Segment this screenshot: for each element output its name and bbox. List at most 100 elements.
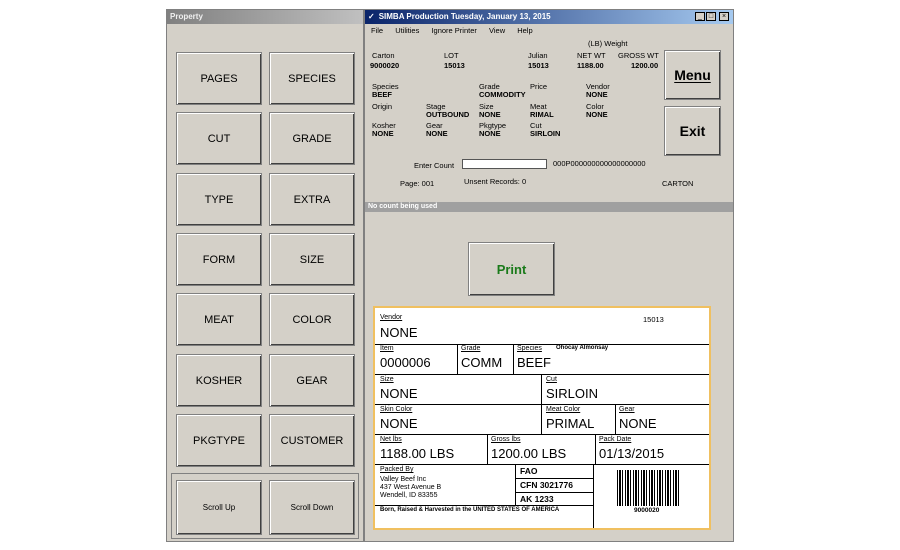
maximize-icon[interactable]: □ bbox=[706, 12, 716, 21]
label-pack-date-caption: Pack Date bbox=[599, 436, 632, 443]
exit-button-label: Exit bbox=[679, 123, 706, 139]
label-preview: Vendor NONE 15013 Item 0000006 Grade COM… bbox=[373, 306, 711, 530]
color-button[interactable]: COLOR bbox=[269, 293, 355, 346]
count-status-bar: No count being used bbox=[365, 202, 733, 212]
print-button[interactable]: Print bbox=[468, 242, 555, 296]
label-meat-caption: Meat Color bbox=[546, 406, 581, 413]
origin-field-label: Origin bbox=[372, 102, 393, 111]
label-species-value: BEEF bbox=[517, 355, 551, 370]
label-meat-value: PRIMAL bbox=[546, 416, 595, 431]
species-button[interactable]: SPECIES bbox=[269, 52, 355, 105]
extra-button[interactable]: EXTRA bbox=[269, 173, 355, 226]
label-grade-value: COMM bbox=[461, 355, 503, 370]
color-field-value: NONE bbox=[586, 110, 608, 119]
minimize-icon[interactable]: _ bbox=[695, 12, 705, 21]
label-gross-value: 1200.00 LBS bbox=[491, 446, 567, 461]
label-divider bbox=[593, 465, 594, 528]
print-button-label: Print bbox=[496, 261, 527, 277]
label-divider bbox=[595, 435, 596, 465]
julian-value: 15013 bbox=[528, 61, 549, 70]
menu-button[interactable]: Menu bbox=[664, 50, 721, 100]
customer-button[interactable]: CUSTOMER bbox=[269, 414, 355, 467]
property-panel: Property PAGES SPECIES CUT GRADE TYPE EX… bbox=[166, 9, 364, 542]
gross-weight-value: 1200.00 bbox=[631, 61, 659, 70]
kosher-button[interactable]: KOSHER bbox=[176, 354, 262, 407]
app-logo-icon: ✓ bbox=[368, 12, 375, 21]
close-icon[interactable]: × bbox=[719, 12, 729, 21]
label-gear-value: NONE bbox=[619, 416, 657, 431]
page-indicator: Page: 001 bbox=[400, 179, 435, 188]
label-barcode-number: 9000020 bbox=[634, 507, 660, 514]
menu-file[interactable]: File bbox=[371, 26, 383, 35]
label-divider bbox=[541, 405, 542, 435]
pkgtype-button[interactable]: PKGTYPE bbox=[176, 414, 262, 467]
enter-count-input[interactable] bbox=[462, 159, 547, 169]
label-packed-by-caption: Packed By bbox=[380, 466, 414, 473]
label-divider bbox=[457, 345, 458, 375]
weight-caption: (LB) Weight bbox=[588, 39, 628, 48]
menu-utilities[interactable]: Utilities bbox=[395, 26, 419, 35]
species-field-value: BEEF bbox=[372, 90, 393, 99]
label-lot-value: 15013 bbox=[643, 315, 664, 324]
carton-label: Carton bbox=[372, 51, 395, 60]
label-packer-name: Valley Beef Inc bbox=[380, 476, 427, 483]
label-gear-caption: Gear bbox=[619, 406, 635, 413]
label-item-value: 0000006 bbox=[380, 355, 431, 370]
scroll-down-button[interactable]: Scroll Down bbox=[269, 480, 355, 535]
grade-field-value: COMMODITY bbox=[479, 90, 526, 99]
gear-button[interactable]: GEAR bbox=[269, 354, 355, 407]
barcode-readout: 000P000000000000000000 bbox=[553, 159, 646, 168]
label-skin-value: NONE bbox=[380, 416, 418, 431]
label-net-caption: Net lbs bbox=[380, 436, 402, 443]
julian-label: Julian bbox=[528, 51, 548, 60]
label-species-caption: Species bbox=[517, 345, 542, 352]
enter-count-label: Enter Count bbox=[414, 161, 455, 170]
label-born-raised: Born, Raised & Harvested in the UNITED S… bbox=[380, 507, 560, 513]
label-pack-date-value: 01/13/2015 bbox=[599, 446, 665, 461]
form-button[interactable]: FORM bbox=[176, 233, 262, 286]
menu-help[interactable]: Help bbox=[517, 26, 532, 35]
lot-value: 15013 bbox=[444, 61, 465, 70]
label-row-vendor bbox=[375, 308, 709, 345]
meat-button[interactable]: MEAT bbox=[176, 293, 262, 346]
meat-field-value: RIMAL bbox=[530, 110, 554, 119]
label-packer-address-2: Wendell, ID 83355 bbox=[380, 492, 438, 499]
cut-field-value: SIRLOIN bbox=[530, 129, 561, 138]
stage-field-value: OUTBOUND bbox=[426, 110, 470, 119]
menu-ignore-printer[interactable]: Ignore Printer bbox=[431, 26, 476, 35]
label-size-value: NONE bbox=[380, 386, 418, 401]
grade-button[interactable]: GRADE bbox=[269, 112, 355, 165]
label-item-caption: Item bbox=[380, 345, 394, 352]
pages-button[interactable]: PAGES bbox=[176, 52, 262, 105]
menu-bar: File Utilities Ignore Printer View Help bbox=[365, 24, 537, 38]
lot-label: LOT bbox=[444, 51, 459, 60]
label-customer-name: Ohocay Almonsay bbox=[556, 345, 609, 351]
label-divider bbox=[615, 405, 616, 435]
gross-weight-label: GROSS WT bbox=[618, 51, 659, 60]
print-area: No count being used Print Vendor NONE 15… bbox=[365, 202, 733, 541]
barcode-icon bbox=[617, 470, 681, 506]
label-cut-value: SIRLOIN bbox=[546, 386, 599, 401]
label-cfn: CFN 3021776 bbox=[520, 480, 573, 490]
type-button[interactable]: TYPE bbox=[176, 173, 262, 226]
size-button[interactable]: SIZE bbox=[269, 233, 355, 286]
unsent-records: Unsent Records: 0 bbox=[464, 177, 527, 186]
gear-field-value: NONE bbox=[426, 129, 448, 138]
label-divider bbox=[513, 345, 514, 375]
menu-button-label: Menu bbox=[674, 67, 711, 83]
label-gross-caption: Gross lbs bbox=[491, 436, 521, 443]
scroll-up-button[interactable]: Scroll Up bbox=[176, 480, 262, 535]
window-titlebar: ✓ SIMBA Production Tuesday, January 13, 2… bbox=[365, 10, 733, 24]
carton-value: 9000020 bbox=[370, 61, 400, 70]
menu-view[interactable]: View bbox=[489, 26, 505, 35]
label-packer-address-1: 437 West Avenue B bbox=[380, 484, 442, 491]
label-cut-caption: Cut bbox=[546, 376, 557, 383]
cut-button[interactable]: CUT bbox=[176, 112, 262, 165]
label-skin-caption: Skin Color bbox=[380, 406, 413, 413]
vendor-field-value: NONE bbox=[586, 90, 608, 99]
net-weight-value: 1188.00 bbox=[577, 61, 604, 70]
label-divider bbox=[541, 375, 542, 405]
property-panel-title: Property bbox=[167, 10, 363, 24]
exit-button[interactable]: Exit bbox=[664, 106, 721, 156]
kosher-field-value: NONE bbox=[372, 129, 394, 138]
